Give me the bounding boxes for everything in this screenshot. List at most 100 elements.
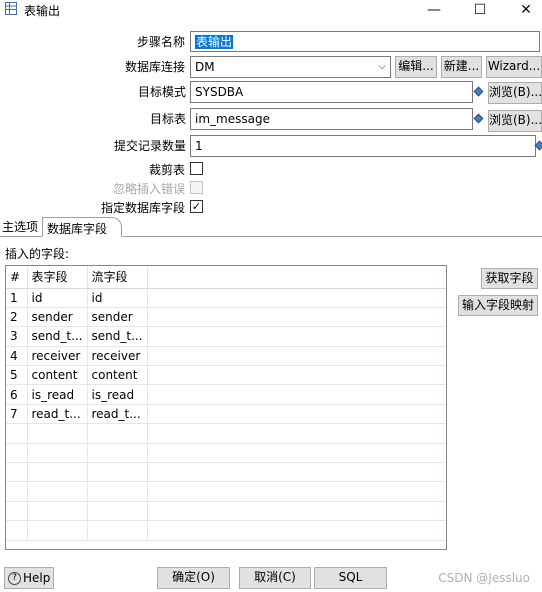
fields-table[interactable]: # 表字段 流字段 1 id id 2 sender sender 3 send_t... se…	[5, 265, 447, 550]
table-row[interactable]: 7 read_t... read_t...	[6, 404, 446, 425]
empty-table-row[interactable]	[6, 462, 446, 483]
stream-field-cell[interactable]	[87, 501, 148, 522]
table-field-cell[interactable]	[27, 462, 88, 483]
column-header-stream-field[interactable]: 流字段	[87, 266, 148, 289]
truncate-label: 裁剪表	[148, 163, 185, 177]
specify-fields-checkbox[interactable]: ✓	[190, 200, 203, 213]
question-mark-icon: ?	[8, 571, 21, 585]
filler-cell	[147, 384, 446, 405]
row-index-cell	[6, 443, 28, 464]
fields-to-insert-label: 插入的字段:	[5, 247, 70, 261]
table-field-cell[interactable]: receiver	[27, 346, 88, 367]
table-field-cell[interactable]	[27, 423, 88, 444]
step-name-value: 表输出	[195, 35, 234, 49]
row-index-cell	[6, 520, 28, 541]
target-table-input[interactable]: im_message	[190, 108, 473, 130]
table-field-cell[interactable]	[27, 481, 88, 502]
edit-connection-button[interactable]: 编辑...	[395, 56, 437, 78]
step-name-label: 步骤名称	[136, 35, 185, 49]
column-header-table-field[interactable]: 表字段	[27, 266, 88, 289]
table-row[interactable]: 3 send_t... send_t...	[6, 326, 446, 347]
row-index-cell: 1	[6, 288, 28, 308]
input-field-mapping-button[interactable]: 输入字段映射	[458, 295, 538, 316]
table-field-cell[interactable]: is_read	[27, 384, 88, 405]
connection-select[interactable]: DM ⌵	[190, 56, 391, 78]
empty-table-row[interactable]	[6, 481, 446, 502]
row-index-cell	[6, 481, 28, 502]
filler-cell	[147, 501, 446, 522]
ignore-errors-label: 忽略插入错误	[112, 182, 185, 196]
ok-button[interactable]: 确定(O)	[157, 567, 230, 589]
table-field-cell[interactable]: content	[27, 365, 88, 386]
tab-main-options[interactable]: 主选项	[0, 219, 42, 237]
row-index-cell: 5	[6, 365, 28, 386]
table-field-cell[interactable]	[27, 520, 88, 541]
table-row[interactable]: 4 receiver receiver	[6, 346, 446, 367]
commit-size-label: 提交记录数量	[113, 139, 186, 153]
target-schema-input[interactable]: SYSDBA	[190, 81, 473, 103]
commit-size-input[interactable]: 1	[190, 135, 536, 157]
filler-cell	[147, 288, 446, 308]
stream-field-cell[interactable]	[87, 520, 148, 541]
specify-fields-label: 指定数据库字段	[100, 201, 185, 215]
browse-schema-button[interactable]: 浏览(B)...	[488, 82, 542, 104]
table-field-cell[interactable]	[27, 443, 88, 464]
get-fields-button[interactable]: 获取字段	[481, 268, 538, 289]
variable-icon	[473, 113, 484, 124]
empty-table-row[interactable]	[6, 520, 446, 541]
wizard-button[interactable]: Wizard...	[486, 56, 542, 78]
table-row[interactable]: 5 content content	[6, 365, 446, 386]
filler-cell	[147, 404, 446, 425]
filler-cell	[147, 346, 446, 367]
table-row[interactable]: 6 is_read is_read	[6, 384, 446, 405]
sql-button[interactable]: SQL	[314, 567, 387, 589]
table-row[interactable]: 2 sender sender	[6, 307, 446, 328]
stream-field-cell[interactable]: content	[87, 365, 148, 386]
filler-cell	[147, 481, 446, 502]
row-index-cell: 2	[6, 307, 28, 328]
stream-field-cell[interactable]	[87, 481, 148, 502]
filler-cell	[147, 520, 446, 541]
step-name-input[interactable]: 表输出	[190, 31, 540, 52]
filler-cell	[147, 307, 446, 328]
stream-field-cell[interactable]: read_t...	[87, 404, 148, 425]
stream-field-cell[interactable]	[87, 423, 148, 444]
empty-table-row[interactable]	[6, 423, 446, 444]
stream-field-cell[interactable]: is_read	[87, 384, 148, 405]
column-header-index[interactable]: #	[6, 266, 28, 289]
browse-table-button[interactable]: 浏览(B)...	[488, 110, 542, 132]
close-button[interactable]: ✕	[506, 0, 542, 20]
minimize-button[interactable]: —	[414, 0, 454, 20]
empty-table-row[interactable]	[6, 443, 446, 464]
table-field-cell[interactable]: send_t...	[27, 326, 88, 347]
filler-cell	[147, 443, 446, 464]
row-index-cell	[6, 423, 28, 444]
truncate-checkbox[interactable]	[190, 162, 203, 175]
stream-field-cell[interactable]	[87, 443, 148, 464]
maximize-button[interactable]: ☐	[460, 0, 500, 20]
table-field-cell[interactable]	[27, 501, 88, 522]
new-connection-button[interactable]: 新建...	[441, 56, 482, 78]
help-button[interactable]: ? Help	[4, 567, 54, 589]
target-table-label: 目标表	[149, 112, 186, 126]
row-index-cell: 3	[6, 326, 28, 347]
ignore-errors-checkbox[interactable]	[190, 181, 203, 194]
cancel-button[interactable]: 取消(C)	[239, 567, 311, 589]
row-index-cell: 6	[6, 384, 28, 405]
row-index-cell	[6, 462, 28, 483]
table-field-cell[interactable]: read_t...	[27, 404, 88, 425]
table-field-cell[interactable]: sender	[27, 307, 88, 328]
stream-field-cell[interactable]: id	[87, 288, 148, 308]
stream-field-cell[interactable]: sender	[87, 307, 148, 328]
title-bar: 表输出 — ☐ ✕	[0, 0, 542, 20]
table-field-cell[interactable]: id	[27, 288, 88, 308]
watermark: CSDN @Jessluo	[438, 571, 530, 585]
empty-table-row[interactable]	[6, 501, 446, 522]
table-row[interactable]: 1 id id	[6, 288, 446, 308]
row-index-cell	[6, 501, 28, 522]
stream-field-cell[interactable]: send_t...	[87, 326, 148, 347]
tab-database-fields[interactable]: 数据库字段	[42, 217, 123, 237]
stream-field-cell[interactable]: receiver	[87, 346, 148, 367]
stream-field-cell[interactable]	[87, 462, 148, 483]
connection-value: DM	[195, 60, 215, 74]
